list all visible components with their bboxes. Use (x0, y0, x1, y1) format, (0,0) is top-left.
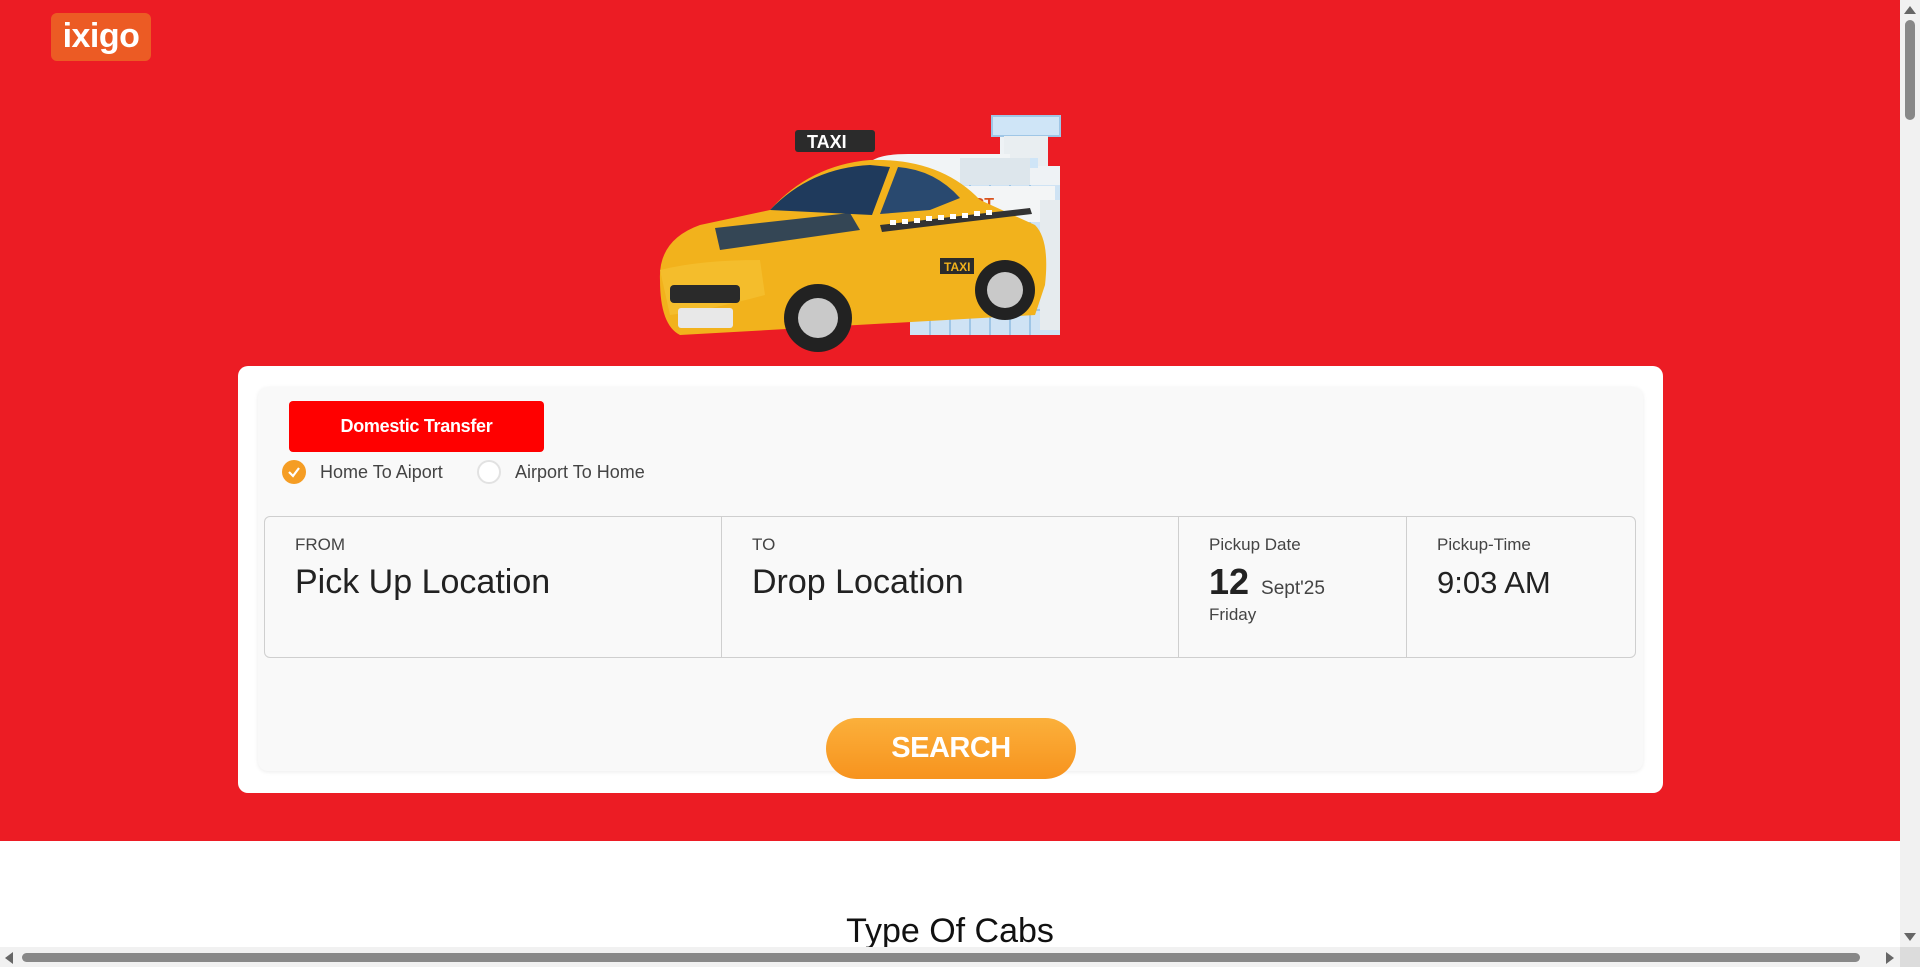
scroll-down-arrow-icon[interactable] (1904, 933, 1916, 941)
scroll-right-arrow-icon[interactable] (1886, 952, 1894, 964)
pickup-date-label: Pickup Date (1209, 535, 1301, 554)
to-label: TO (752, 535, 776, 554)
scrollbar-corner (1900, 947, 1920, 967)
scroll-up-arrow-icon[interactable] (1904, 6, 1916, 14)
horizontal-scrollbar[interactable] (0, 947, 1900, 967)
pickup-date-day: 12 (1209, 561, 1250, 602)
pickup-time-value: 9:03 AM (1437, 565, 1551, 600)
pickup-time-label: Pickup-Time (1437, 535, 1531, 554)
search-fields: FROM Pick Up Location TO Drop Location P… (264, 516, 1636, 658)
svg-text:TAXI: TAXI (807, 132, 847, 152)
radio-label: Airport To Home (515, 461, 645, 482)
pickup-location-input[interactable]: Pick Up Location (295, 563, 691, 602)
horizontal-scroll-thumb[interactable] (22, 953, 1860, 962)
pickup-date-weekday: Friday (1209, 605, 1257, 624)
search-button[interactable]: SEARCH (826, 718, 1076, 779)
pickup-date-month: Sept'25 (1261, 578, 1325, 599)
drop-location-input[interactable]: Drop Location (752, 563, 1148, 602)
to-field[interactable]: TO Drop Location (722, 517, 1179, 657)
domestic-transfer-tab[interactable]: Domestic Transfer (289, 401, 544, 452)
scroll-left-arrow-icon[interactable] (5, 952, 13, 964)
checkmark-icon (282, 460, 306, 484)
from-label: FROM (295, 535, 346, 554)
svg-text:TAXI: TAXI (944, 260, 970, 274)
taxi-airport-illustration: AIRPORT TAXI TAXI (659, 115, 1061, 352)
vertical-scroll-thumb[interactable] (1905, 20, 1915, 120)
radio-airport-to-home[interactable]: Airport To Home (477, 460, 645, 484)
pickup-date-field[interactable]: Pickup Date 12 Sept'25 Friday (1179, 517, 1407, 657)
pickup-time-field[interactable]: Pickup-Time 9:03 AM (1407, 517, 1635, 657)
radio-home-to-airport[interactable]: Home To Aiport (282, 460, 443, 484)
from-field[interactable]: FROM Pick Up Location (265, 517, 722, 657)
radio-label: Home To Aiport (320, 461, 443, 482)
radio-circle-icon (477, 460, 501, 484)
vertical-scrollbar[interactable] (1900, 0, 1920, 967)
cab-types-heading: Type Of Cabs (846, 912, 1054, 950)
ixigo-logo[interactable]: ixigo (51, 13, 151, 61)
